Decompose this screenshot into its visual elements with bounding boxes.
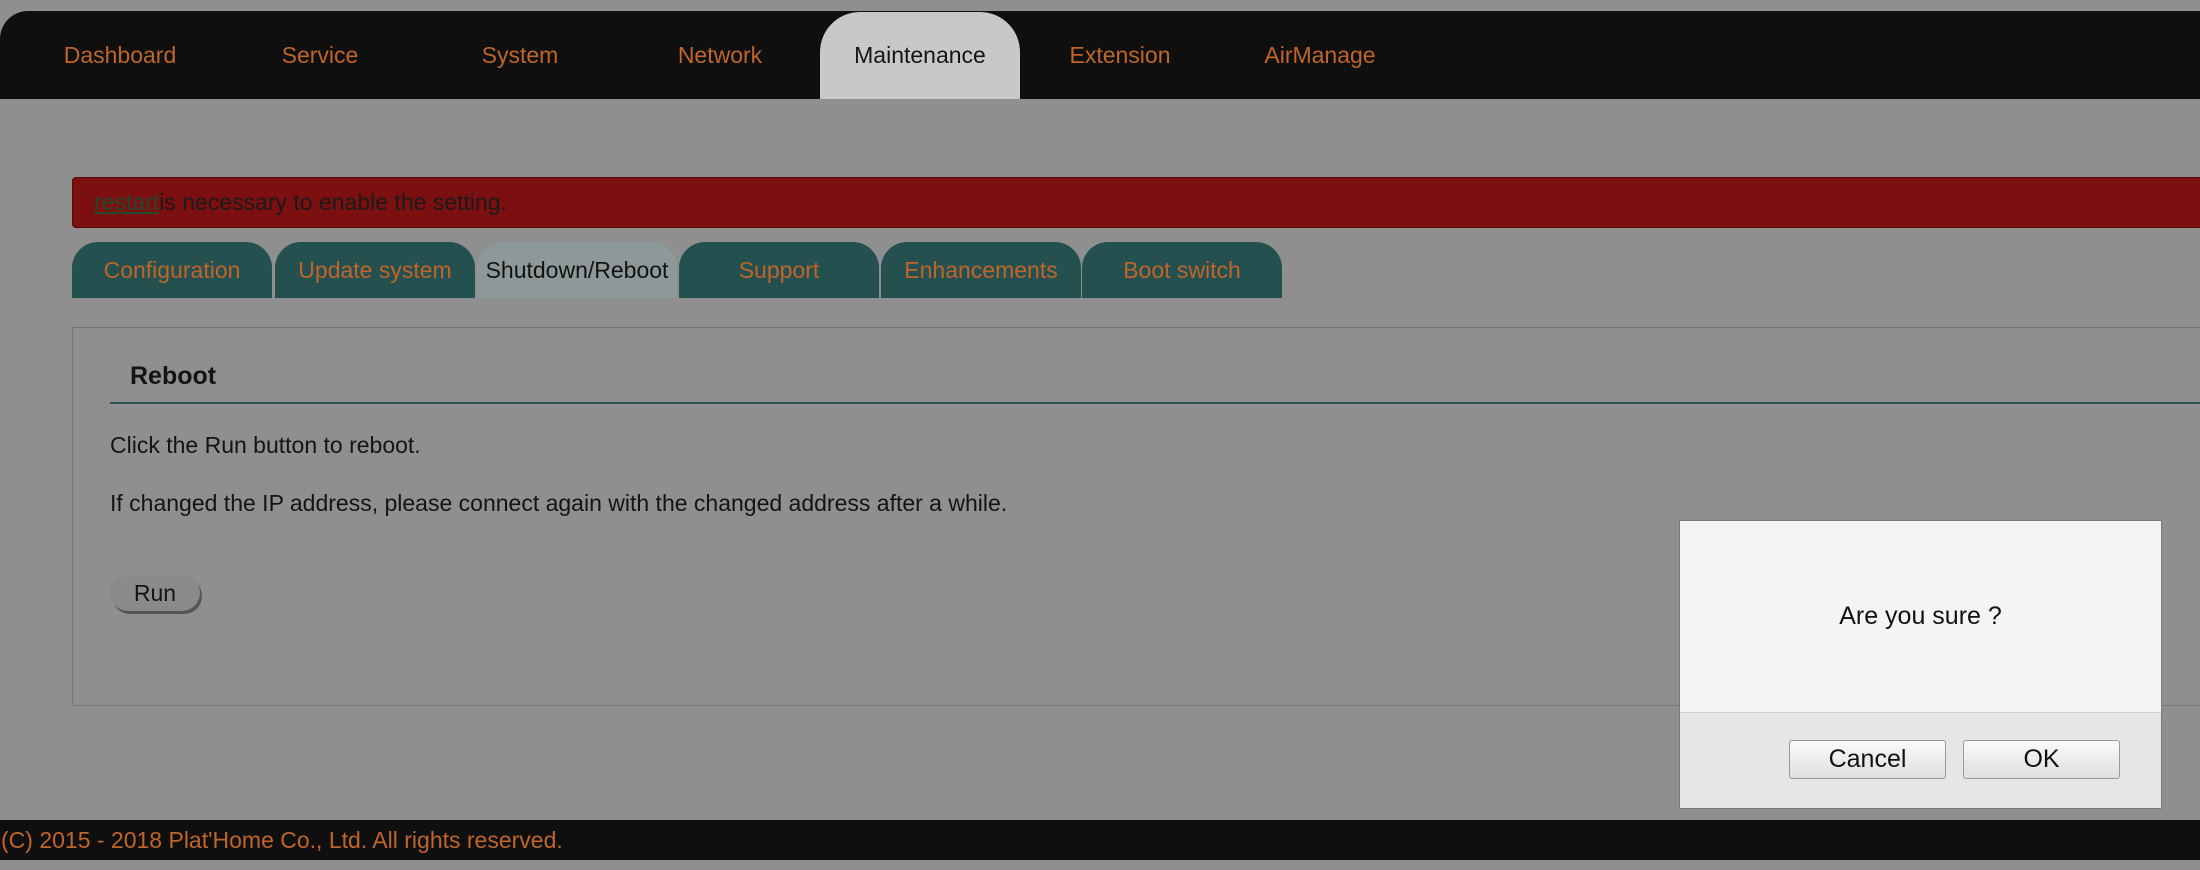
top-nav: Dashboard Service System Network Mainten… bbox=[0, 11, 2200, 99]
dialog-message: Are you sure ? bbox=[1839, 602, 2002, 630]
reboot-note: If changed the IP address, please connec… bbox=[110, 490, 1008, 516]
nav-item-dashboard[interactable]: Dashboard bbox=[20, 11, 220, 99]
ok-button[interactable]: OK bbox=[1963, 740, 2120, 779]
tab-configuration[interactable]: Configuration bbox=[72, 242, 272, 298]
confirm-dialog: Are you sure ? Cancel OK bbox=[1679, 520, 2162, 809]
footer: (C) 2015 - 2018 Plat'Home Co., Ltd. All … bbox=[0, 820, 2200, 860]
tab-boot-switch[interactable]: Boot switch bbox=[1082, 242, 1282, 298]
nav-item-airmanage[interactable]: AirManage bbox=[1220, 11, 1420, 99]
tab-shutdown-reboot[interactable]: Shutdown/Reboot bbox=[477, 242, 677, 298]
section-title-reboot: Reboot bbox=[130, 362, 217, 390]
nav-item-system[interactable]: System bbox=[420, 11, 620, 99]
nav-item-maintenance[interactable]: Maintenance bbox=[820, 12, 1020, 99]
nav-item-service[interactable]: Service bbox=[220, 11, 420, 99]
reboot-instruction: Click the Run button to reboot. bbox=[110, 432, 421, 458]
nav-item-network[interactable]: Network bbox=[620, 11, 820, 99]
restart-link[interactable]: restart bbox=[94, 189, 159, 216]
dialog-button-bar: Cancel OK bbox=[1680, 712, 2161, 808]
restart-alert: restart is necessary to enable the setti… bbox=[72, 177, 2200, 228]
copyright-text: (C) 2015 - 2018 Plat'Home Co., Ltd. All … bbox=[1, 826, 563, 853]
section-divider bbox=[110, 402, 2200, 404]
run-button[interactable]: Run bbox=[110, 575, 200, 611]
tab-support[interactable]: Support bbox=[679, 242, 879, 298]
tab-enhancements[interactable]: Enhancements bbox=[881, 242, 1081, 298]
cancel-button[interactable]: Cancel bbox=[1789, 740, 1946, 779]
alert-message: is necessary to enable the setting. bbox=[159, 189, 507, 215]
tab-update-system[interactable]: Update system bbox=[275, 242, 475, 298]
nav-item-extension[interactable]: Extension bbox=[1020, 11, 1220, 99]
